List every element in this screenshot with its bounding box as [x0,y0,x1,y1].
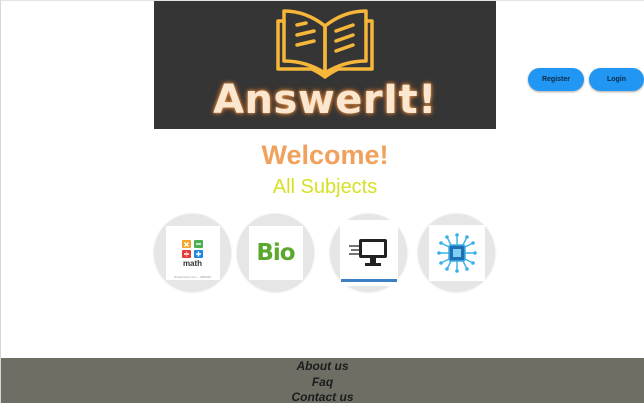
footer: About us Faq Contact us [1,358,644,403]
bio-icon: Bio [256,240,295,266]
subject-bio[interactable]: Bio [237,214,314,292]
logo-banner: AnswerIt! [154,1,496,129]
computer-underline [340,279,397,282]
bio-tile: Bio [248,226,303,280]
math-caption: shutterstock.com · 1085493 [173,275,212,279]
computer-icon [348,239,387,266]
subjects-heading: All Subjects [272,176,378,198]
math-label: math [182,258,203,268]
welcome-heading: Welcome! [261,140,389,170]
circuit-chip-icon [436,233,477,273]
technology-tile [428,225,485,281]
logo-text: AnswerIt! [213,77,437,123]
footer-link-faq[interactable]: Faq [1,375,644,389]
math-icon [181,239,203,258]
subject-computer[interactable] [330,214,407,292]
subject-math[interactable]: math shutterstock.com · 1085493 [154,214,231,292]
footer-link-about[interactable]: About us [1,359,644,373]
subject-technology[interactable] [418,214,495,292]
math-tile: math shutterstock.com · 1085493 [165,226,220,280]
register-button[interactable]: Register [528,68,584,91]
computer-tile [339,220,398,286]
login-button[interactable]: Login [589,68,644,91]
footer-link-contact[interactable]: Contact us [1,390,644,403]
